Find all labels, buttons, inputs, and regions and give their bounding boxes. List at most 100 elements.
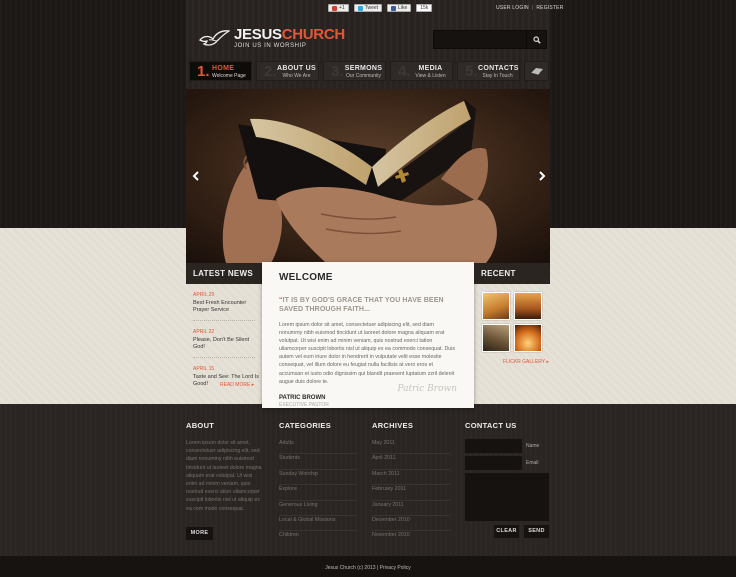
search-input[interactable] — [433, 30, 527, 49]
name-label: Name — [526, 443, 540, 449]
tweet-button[interactable]: Tweet — [353, 4, 383, 12]
recent-photos-heading: RECENT PHOTOS — [474, 263, 550, 299]
categories-list: Adults Students Sunday Worship Explore G… — [279, 439, 357, 547]
contact-heading: CONTACT US — [465, 421, 517, 430]
nav-subtitle: Welcome Page — [212, 73, 246, 79]
search-box — [433, 30, 547, 49]
author-name: PATRIC BROWN — [279, 394, 326, 401]
main-nav: 1. HOME Welcome Page 2. ABOUT US Who We … — [189, 61, 549, 81]
nav-item-about-us[interactable]: 2. ABOUT US Who We Are — [256, 61, 319, 81]
archive-link[interactable]: November 2010 — [372, 531, 450, 546]
archives-list: May 2011 April 2011 March 2011 February … — [372, 439, 450, 547]
about-text: Lorem ipsum dolor sit amet, consectetuer… — [186, 440, 262, 512]
category-link[interactable]: Generous Living — [279, 501, 357, 516]
news-title-link[interactable]: Please, Don't Be Silent God! — [193, 337, 262, 351]
nav-number: 3. — [331, 63, 344, 80]
message-field[interactable] — [465, 473, 549, 521]
google-plus-button[interactable]: +1 — [328, 4, 349, 12]
news-date: APRIL 22 — [193, 329, 215, 335]
archive-link[interactable]: May 2011 — [372, 439, 450, 455]
site-logo[interactable]: JESUSCHURCH JOIN US IN WORSHIP — [198, 27, 345, 49]
category-link[interactable]: Students — [279, 454, 357, 470]
latest-news-heading: LATEST NEWS — [186, 263, 262, 284]
category-link[interactable]: Children — [279, 531, 357, 546]
news-title-link[interactable]: Best Fresh Encounter Prayer Service — [193, 300, 262, 314]
photo-thumbnail[interactable] — [482, 324, 510, 352]
archive-link[interactable]: March 2011 — [372, 470, 450, 486]
send-button[interactable]: SEND — [524, 525, 549, 538]
link-separator: | — [531, 5, 534, 11]
archive-link[interactable]: April 2011 — [372, 454, 450, 470]
clear-button[interactable]: CLEAR — [494, 525, 519, 538]
categories-heading: CATEGORIES — [279, 421, 332, 430]
chevron-right-icon — [539, 171, 546, 181]
facebook-icon — [391, 5, 397, 11]
nav-number: 4. — [398, 63, 411, 80]
nav-subtitle: Our Community — [345, 73, 381, 79]
archives-heading: ARCHIVES — [372, 421, 414, 430]
chevron-left-icon — [192, 171, 199, 181]
slider-next-button[interactable] — [536, 169, 548, 183]
nav-item-media[interactable]: 4. MEDIA View & Listen — [390, 61, 453, 81]
slider-prev-button[interactable] — [190, 169, 202, 183]
category-link[interactable]: Adults — [279, 439, 357, 455]
footer-about: ABOUT Lorem ipsum dolor sit amet, consec… — [186, 421, 264, 540]
privacy-policy-link[interactable]: Privacy Policy — [380, 565, 411, 571]
category-link[interactable]: Local & Global Missions — [279, 516, 357, 532]
arrow-right-icon: ▸ — [546, 359, 549, 365]
more-button[interactable]: MORE — [186, 526, 213, 540]
photo-thumbnail[interactable] — [482, 292, 510, 320]
dove-icon — [198, 30, 230, 46]
footer-background — [0, 404, 736, 577]
nav-item-home[interactable]: 1. HOME Welcome Page — [189, 61, 252, 81]
name-field[interactable] — [465, 439, 522, 453]
photo-thumbnail[interactable] — [514, 292, 542, 320]
category-link[interactable]: Explore — [279, 485, 357, 501]
news-date: APRIL 15 — [193, 366, 215, 372]
email-field[interactable] — [465, 456, 522, 470]
archive-link[interactable]: December 2010 — [372, 516, 450, 532]
arrow-right-icon: ▸ — [251, 382, 255, 388]
nav-title: CONTACTS — [478, 65, 519, 72]
photo-thumbnail[interactable] — [514, 324, 542, 352]
archive-link[interactable]: January 2011 — [372, 501, 450, 516]
news-date: APRIL 29 — [193, 292, 215, 298]
archive-link[interactable]: February 2011 — [372, 485, 450, 501]
welcome-heading: WELCOME — [279, 272, 333, 283]
footer-contact: CONTACT US Name Email CLEAR SEND — [465, 421, 549, 538]
nav-subtitle: View & Listen — [415, 73, 446, 79]
flickr-gallery-link[interactable]: FLICKR GALLERY ▸ — [503, 359, 549, 365]
welcome-body-text: Lorem ipsum dolor sit amet, consectetuer… — [279, 322, 456, 385]
contact-buttons: CLEAR SEND — [465, 525, 549, 538]
welcome-quote: “IT IS BY GOD'S GRACE THAT YOU HAVE BEEN… — [279, 297, 444, 313]
google-plus-icon — [332, 5, 337, 11]
news-item: APRIL 22 Please, Don't Be Silent God! — [186, 329, 262, 351]
latest-news-section: LATEST NEWS APRIL 29 Best Fresh Encounte… — [186, 263, 262, 393]
hero-image — [186, 89, 550, 263]
nav-title: ABOUT US — [277, 65, 316, 72]
nav-item-sermons[interactable]: 3. SERMONS Our Community — [323, 61, 386, 81]
photo-grid — [482, 292, 550, 352]
search-icon — [532, 35, 541, 44]
user-login-link[interactable]: USER LOGIN — [496, 5, 529, 11]
nav-number: 2. — [264, 63, 277, 80]
account-links: USER LOGIN | REGISTER — [496, 5, 564, 11]
facebook-like-button[interactable]: Like — [387, 4, 412, 12]
nav-title: SERMONS — [344, 65, 383, 72]
category-link[interactable]: Sunday Worship — [279, 470, 357, 486]
nav-subtitle: Stay In Touch — [482, 73, 513, 79]
register-link[interactable]: REGISTER — [536, 5, 563, 11]
signature: Patric Brown — [397, 384, 457, 394]
nav-title: HOME — [212, 65, 235, 72]
footer-archives: ARCHIVES May 2011 April 2011 March 2011 … — [372, 421, 450, 547]
read-more-link[interactable]: READ MORE ▸ — [220, 382, 254, 388]
nav-extra-button[interactable] — [524, 61, 549, 81]
search-button[interactable] — [527, 30, 547, 49]
welcome-panel: WELCOME “IT IS BY GOD'S GRACE THAT YOU H… — [262, 262, 474, 408]
twitter-icon — [357, 5, 363, 11]
nav-number: 1. — [197, 63, 210, 80]
divider — [193, 320, 255, 321]
nav-number: 5. — [465, 63, 478, 80]
nav-item-contacts[interactable]: 5. CONTACTS Stay In Touch — [457, 61, 520, 81]
hero-slider — [186, 89, 550, 263]
